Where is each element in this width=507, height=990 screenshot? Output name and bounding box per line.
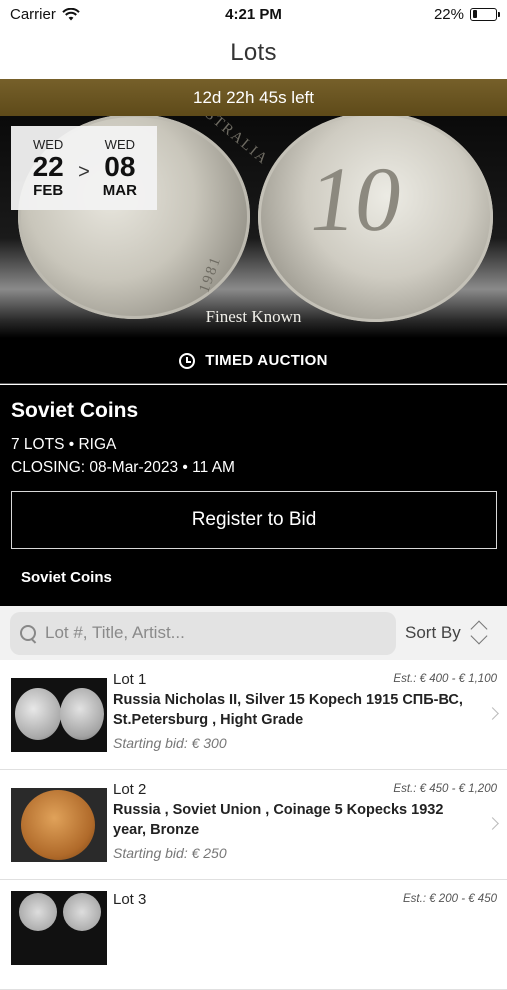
lot-row[interactable]: Lot 3 Est.: € 200 - € 450 [0, 880, 507, 990]
auction-title: Soviet Coins [11, 399, 139, 422]
lot-number: Lot 1 [113, 671, 147, 688]
lot-estimate: Est.: € 450 - € 1,200 [393, 783, 497, 795]
battery-level [472, 10, 478, 18]
thumb-coin [19, 893, 57, 931]
lot-thumbnail [11, 788, 107, 862]
start-weekday: WED [32, 137, 64, 152]
sort-by-button[interactable]: Sort By [405, 620, 491, 646]
search-input[interactable] [45, 623, 365, 643]
lot-thumbnail [11, 678, 107, 752]
carrier-label: Carrier [10, 5, 56, 23]
page-title: Lots [230, 39, 277, 66]
battery-percent: 22% [433, 5, 464, 23]
countdown-banner: 12d 22h 45s left [0, 79, 507, 116]
lot-list: Lot 1 Est.: € 400 - € 1,100 Russia Nicho… [0, 660, 507, 990]
lot-estimate: Est.: € 200 - € 450 [403, 893, 497, 905]
lot-estimate: Est.: € 400 - € 1,100 [393, 673, 497, 685]
auction-closing: CLOSING: 08-Mar-2023 • 11 AM [11, 459, 235, 476]
status-right: 22% [433, 5, 500, 23]
lot-row[interactable]: Lot 1 Est.: € 400 - € 1,100 Russia Nicho… [0, 660, 507, 770]
chevron-right-icon [486, 707, 499, 720]
start-date: WED 22 FEB [26, 137, 70, 199]
status-bar: Carrier 4:21 PM 22% [0, 0, 507, 28]
end-date: WED 08 MAR [98, 137, 142, 199]
sort-by-label: Sort By [405, 623, 461, 642]
lot-title: Russia Nicholas II, Silver 15 Kopech 191… [113, 692, 463, 728]
sort-chevrons-icon [469, 620, 491, 646]
lot-row[interactable]: Lot 2 Est.: € 450 - € 1,200 Russia , Sov… [0, 770, 507, 880]
auction-meta: 7 LOTS • RIGA [11, 436, 117, 453]
thumb-coin [63, 893, 101, 931]
lot-number: Lot 2 [113, 781, 147, 798]
search-icon [20, 624, 37, 642]
chevron-right-icon [486, 817, 499, 830]
auction-type-bar: TIMED AUCTION [0, 338, 507, 384]
auction-type-label: TIMED AUCTION [205, 352, 328, 369]
lot-starting-bid: Starting bid: € 300 [113, 735, 227, 751]
clock-icon [179, 352, 196, 369]
category-filter[interactable]: Soviet Coins [21, 569, 112, 586]
lot-thumbnail [11, 891, 107, 965]
lot-starting-bid: Starting bid: € 250 [113, 845, 227, 861]
start-day: 22 [32, 151, 64, 182]
hero-caption: Finest Known [205, 307, 302, 326]
date-separator: > [78, 160, 90, 183]
start-month: FEB [33, 182, 64, 199]
end-day: 08 [104, 151, 136, 182]
thumb-coin-obverse [15, 688, 61, 740]
auction-info-panel: Soviet Coins 7 LOTS • RIGA CLOSING: 08-M… [0, 385, 507, 606]
status-left: Carrier [10, 6, 80, 23]
nav-bar: Lots [0, 28, 507, 78]
register-to-bid-button[interactable]: Register to Bid [11, 491, 497, 549]
auction-dates-card: WED 22 FEB > WED 08 MAR [11, 126, 157, 210]
end-month: MAR [102, 182, 137, 199]
thumb-coin-reverse [60, 688, 104, 740]
battery-icon [470, 7, 500, 21]
wifi-icon [62, 7, 80, 20]
thumb-coin [21, 790, 95, 860]
search-box[interactable] [10, 611, 396, 655]
coin-denomination: 10 [302, 148, 410, 250]
end-weekday: WED [104, 137, 136, 152]
search-row: Sort By [0, 606, 507, 660]
lot-title: Russia , Soviet Union , Coinage 5 Kopeck… [113, 802, 444, 838]
